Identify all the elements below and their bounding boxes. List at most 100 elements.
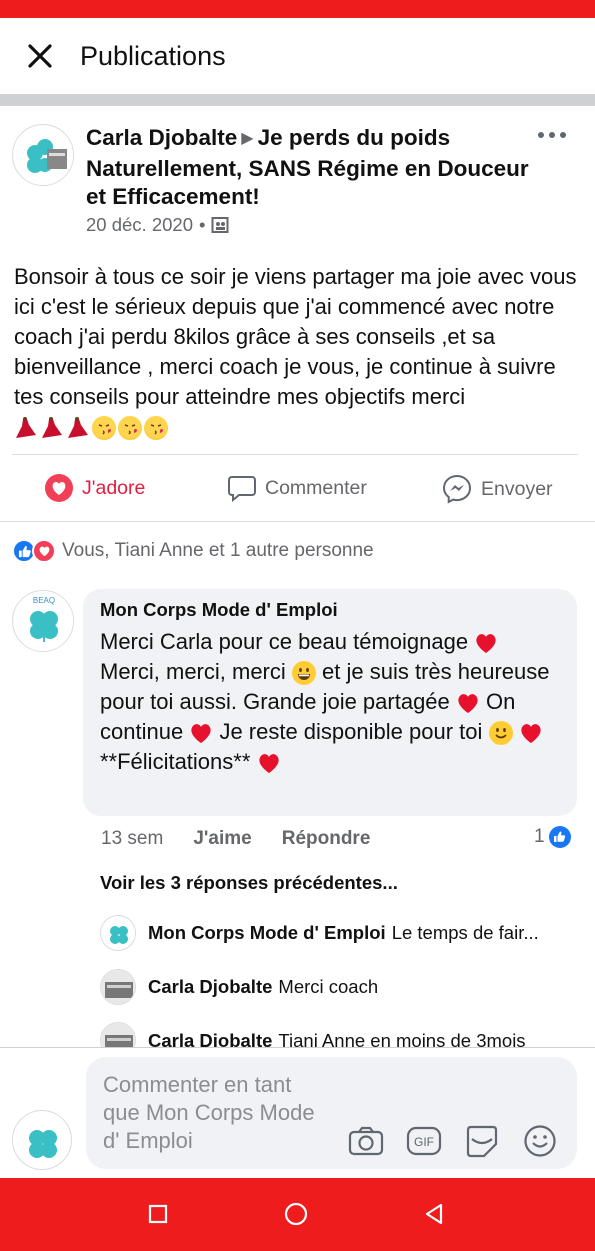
clover-logo-icon: [110, 926, 128, 944]
recents-icon: [148, 1204, 168, 1224]
gif-button[interactable]: GIF: [406, 1123, 442, 1159]
comment-time[interactable]: 13 sem: [101, 828, 163, 850]
top-bar: Publications: [0, 18, 595, 94]
composer-icons: GIF: [348, 1123, 558, 1159]
reply-text: Le temps de fair...: [391, 922, 539, 943]
post-author-line: Carla Djobalte ▶ Je perds du poids Naturel…: [86, 124, 536, 211]
commenter-avatar[interactable]: BEAQ: [12, 590, 74, 652]
red-heart-icon: [258, 754, 279, 774]
separator-dot: •: [198, 214, 206, 235]
reactions-summary[interactable]: Vous, Tiani Anne et 1 autre personne: [12, 539, 374, 563]
comment-text: Merci Carla pour ce beau témoignage Merc…: [100, 627, 560, 777]
status-bar: [0, 0, 595, 18]
divider: [0, 94, 595, 106]
logo-text: BEAQ: [33, 596, 55, 605]
send-button[interactable]: Envoyer: [441, 473, 553, 505]
page-title: Publications: [80, 40, 226, 71]
system-nav-bar: [0, 1178, 595, 1251]
post-author-name[interactable]: Carla Djobalte: [86, 125, 237, 150]
post-header: Carla Djobalte ▶ Je perds du poids Naturel…: [0, 106, 595, 251]
reply-item[interactable]: Mon Corps Mode d' Emploi Le temps de fai…: [100, 915, 580, 951]
sticker-icon: [466, 1125, 498, 1158]
reply-avatar[interactable]: [100, 1022, 136, 1047]
comment-text-part: Je reste disponible pour toi: [219, 719, 483, 744]
post-text: Bonsoir à tous ce soir je viens partager…: [14, 264, 577, 409]
comment-button[interactable]: Commenter: [227, 473, 367, 503]
camera-icon: [348, 1126, 384, 1156]
close-button[interactable]: [0, 18, 80, 94]
post-body: Bonsoir à tous ce soir je viens partager…: [14, 262, 584, 442]
comment-composer: Commenter en tant que Mon Corps Mode d' …: [0, 1048, 595, 1178]
clover-logo-icon: [29, 1130, 57, 1158]
reply-author[interactable]: Mon Corps Mode d' Emploi: [148, 922, 386, 944]
love-reaction-icon: [32, 539, 56, 563]
comment-author[interactable]: Mon Corps Mode d' Emploi: [100, 599, 560, 621]
reply-text: Tiani Anne en moins de 3mois: [278, 1030, 526, 1047]
back-button[interactable]: [421, 1201, 447, 1227]
dancer-emoji-icon: [16, 417, 36, 439]
clover-logo-icon: BEAQ: [14, 592, 73, 651]
reply-author[interactable]: Carla Djobalte: [148, 976, 272, 998]
love-reaction-icon: [45, 474, 73, 502]
grinning-face-icon: [291, 661, 316, 686]
comment-like-button[interactable]: J'aime: [193, 828, 251, 850]
view-previous-replies[interactable]: Voir les 3 réponses précédentes...: [100, 872, 398, 894]
red-heart-icon: [458, 694, 478, 714]
comment-icon: [228, 476, 256, 503]
face-blowing-kiss-icon: [118, 416, 142, 441]
more-options-button[interactable]: [538, 128, 572, 142]
comment-input[interactable]: Commenter en tant que Mon Corps Mode d' …: [86, 1057, 577, 1169]
close-icon: [28, 44, 52, 68]
comment-text-part: Merci Carla pour ce beau témoignage: [100, 629, 469, 654]
comment-like-count[interactable]: 1: [534, 826, 571, 848]
home-icon: [284, 1202, 308, 1226]
slightly-smiling-face-icon: [488, 721, 513, 746]
post-actions: J'adore Commenter Envoyer: [0, 455, 595, 521]
like-reaction-icon: [548, 826, 571, 848]
face-blowing-kiss-icon: [144, 416, 168, 441]
post-emojis: [14, 416, 168, 441]
recents-button[interactable]: [145, 1201, 171, 1227]
comment-text-part: **Félicitations**: [100, 749, 251, 774]
love-label: J'adore: [82, 476, 146, 499]
messenger-icon: [442, 474, 472, 504]
gif-label: GIF: [414, 1135, 434, 1149]
home-button[interactable]: [283, 1201, 309, 1227]
reactions-text: Vous, Tiani Anne et 1 autre personne: [62, 540, 374, 561]
comment-reply-button[interactable]: Répondre: [282, 828, 371, 850]
emoji-icon: [524, 1125, 556, 1157]
red-heart-icon: [520, 724, 541, 744]
reply-text: Merci coach: [278, 976, 379, 997]
user-photo-icon: [101, 970, 135, 1004]
comment-meta: 13 sem J'aime Répondre: [101, 828, 370, 850]
comment-bubble[interactable]: Mon Corps Mode d' Emploi Merci Carla pou…: [83, 589, 577, 816]
comment-label: Commenter: [265, 476, 367, 499]
group-audience-icon: [211, 217, 229, 233]
arrow-right-icon: ▶: [241, 130, 254, 147]
back-icon: [425, 1203, 443, 1225]
camera-button[interactable]: [348, 1123, 384, 1159]
emoji-button[interactable]: [522, 1123, 558, 1159]
post-date: 20 déc. 2020 •: [86, 214, 229, 236]
like-count-value: 1: [534, 826, 545, 847]
red-heart-icon: [191, 724, 211, 744]
sticker-button[interactable]: [464, 1123, 500, 1159]
clover-logo-icon: [14, 126, 73, 185]
gif-icon: GIF: [406, 1126, 442, 1156]
composer-avatar: [12, 1110, 72, 1170]
love-button[interactable]: J'adore: [44, 473, 145, 503]
dancer-emoji-icon: [68, 417, 88, 439]
reply-item[interactable]: Carla Djobalte Merci coach: [100, 969, 580, 1005]
reply-author[interactable]: Carla Djobalte: [148, 1022, 272, 1047]
reply-avatar[interactable]: [100, 915, 136, 951]
post-date-text[interactable]: 20 déc. 2020: [86, 214, 193, 236]
send-label: Envoyer: [481, 477, 553, 500]
reply-avatar[interactable]: [100, 969, 136, 1005]
red-heart-icon: [476, 634, 496, 654]
reply-item[interactable]: Carla Djobalte Tiani Anne en moins de 3m…: [100, 1022, 580, 1047]
divider: [0, 521, 595, 522]
group-avatar[interactable]: [12, 124, 74, 186]
face-blowing-kiss-icon: [92, 416, 116, 441]
dancer-emoji-icon: [42, 417, 62, 439]
comment-text-part: Merci, merci, merci: [100, 659, 286, 684]
